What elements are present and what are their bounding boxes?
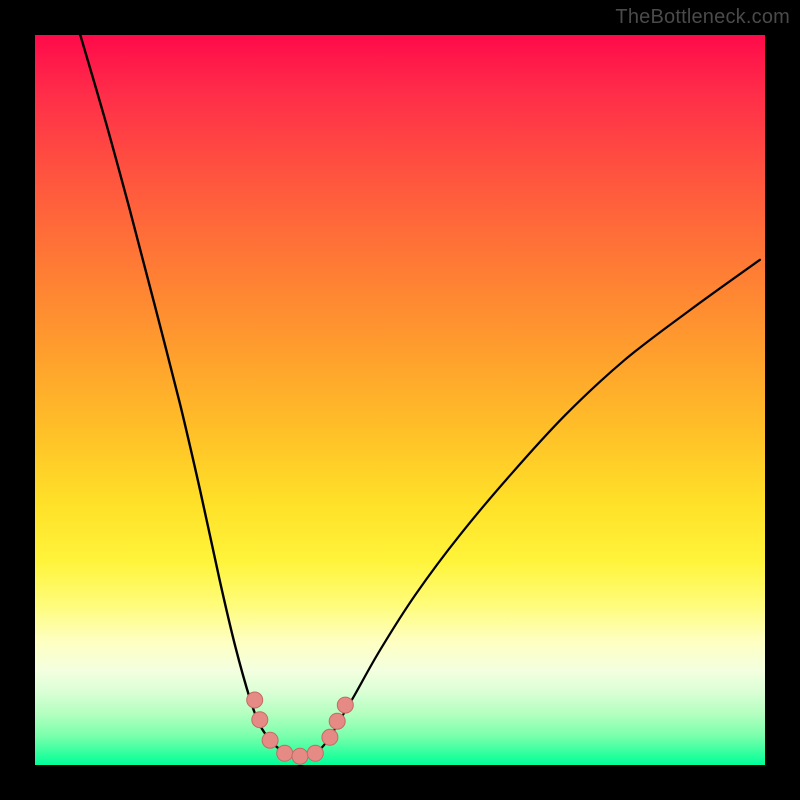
outer-frame: TheBottleneck.com — [0, 0, 800, 800]
plot-area — [35, 35, 765, 765]
data-marker — [322, 729, 338, 745]
chart-svg — [35, 35, 765, 765]
watermark-text: TheBottleneck.com — [615, 6, 790, 29]
left-branch-curve — [80, 35, 300, 758]
data-marker — [262, 732, 278, 748]
data-marker — [292, 748, 308, 764]
curve-layer — [80, 35, 760, 758]
data-marker — [252, 712, 268, 728]
data-marker — [277, 745, 293, 761]
data-marker — [337, 697, 353, 713]
data-marker — [329, 713, 345, 729]
data-marker — [307, 745, 323, 761]
right-branch-curve — [300, 260, 760, 758]
data-marker — [247, 692, 263, 708]
